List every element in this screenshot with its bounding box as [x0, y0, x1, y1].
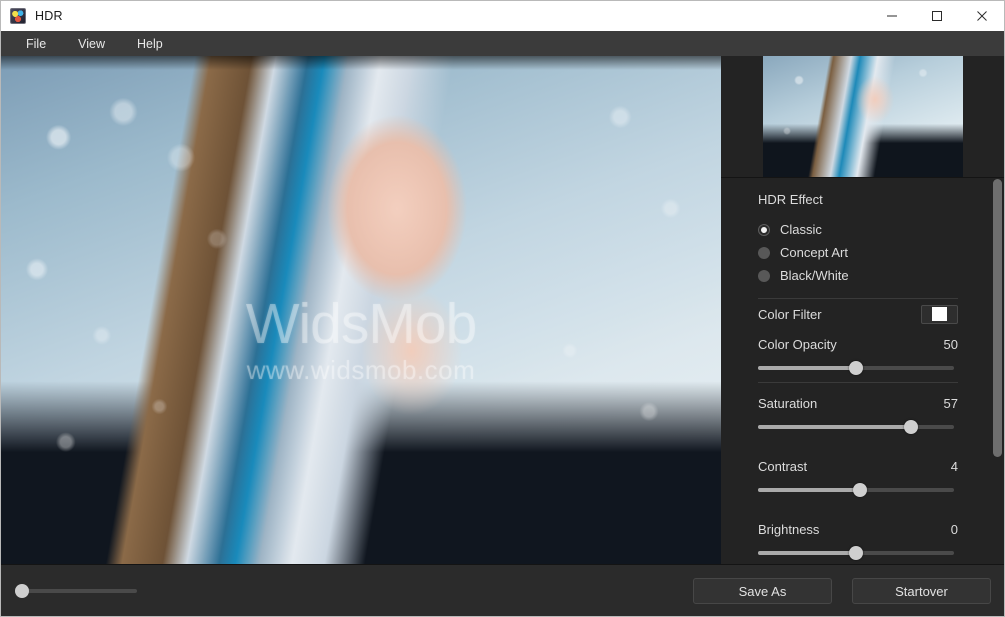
brightness-value: 0 — [950, 521, 958, 537]
brightness-label: Brightness — [758, 521, 820, 537]
brightness-group: Brightness 0 — [758, 514, 976, 561]
slider-handle[interactable] — [849, 361, 863, 375]
maximize-button[interactable] — [914, 1, 959, 31]
preview-thumbnail[interactable] — [762, 56, 963, 177]
color-filter-button[interactable] — [921, 304, 958, 324]
color-swatch-icon — [932, 307, 947, 321]
saturation-group: Saturation 57 — [758, 388, 976, 435]
menu-item-view[interactable]: View — [65, 34, 118, 54]
image-preview-canvas[interactable]: WidsMob www.widsmob.com — [1, 56, 721, 564]
startover-button[interactable]: Startover — [852, 578, 991, 604]
color-opacity-value: 50 — [943, 336, 958, 352]
window-controls — [869, 1, 1004, 31]
color-opacity-label: Color Opacity — [758, 336, 837, 352]
slider-fill — [758, 366, 856, 370]
close-icon — [976, 11, 987, 21]
contrast-row: Contrast 4 — [758, 451, 958, 481]
menu-item-file[interactable]: File — [13, 34, 59, 54]
title-bar: HDR — [1, 1, 1004, 31]
contrast-label: Contrast — [758, 458, 808, 474]
hdr-app-icon — [10, 8, 26, 24]
contrast-slider[interactable] — [758, 482, 954, 498]
slider-fill — [758, 551, 856, 555]
preview-photo — [1, 56, 721, 564]
color-opacity-slider[interactable] — [758, 360, 954, 376]
radio-classic-icon — [758, 223, 770, 236]
slider-handle[interactable] — [904, 420, 918, 434]
window-title: HDR — [35, 9, 63, 23]
right-panel: HDR Effect Classic Concept Art Black/Whi… — [721, 56, 1004, 564]
menu-item-help[interactable]: Help — [124, 34, 176, 54]
contrast-value: 4 — [950, 458, 958, 474]
saturation-slider[interactable] — [758, 419, 954, 435]
panel-scrollbar-thumb[interactable] — [993, 179, 1002, 457]
color-opacity-row: Color Opacity 50 — [758, 329, 958, 359]
slider-fill — [758, 425, 911, 429]
photo-top-shadow — [1, 56, 721, 70]
radio-black-white-label: Black/White — [780, 268, 849, 283]
minimize-icon — [886, 15, 897, 17]
color-filter-row: Color Filter — [758, 299, 958, 329]
maximize-icon — [931, 11, 942, 21]
radio-option-black-white[interactable]: Black/White — [758, 264, 976, 287]
thumbnail-area — [721, 56, 1004, 177]
radio-concept-art-icon — [758, 246, 770, 259]
radio-classic-label: Classic — [780, 222, 822, 237]
controls-scroll-area: HDR Effect Classic Concept Art Black/Whi… — [721, 178, 1004, 564]
saturation-row: Saturation 57 — [758, 388, 958, 418]
menu-bar: File View Help — [1, 31, 1004, 56]
color-filter-label: Color Filter — [758, 306, 822, 322]
divider-2 — [758, 382, 958, 383]
panel-scrollbar[interactable] — [993, 178, 1002, 564]
radio-concept-art-label: Concept Art — [780, 245, 848, 260]
slider-handle[interactable] — [849, 546, 863, 560]
contrast-group: Contrast 4 — [758, 451, 976, 498]
color-opacity-group: Color Opacity 50 — [758, 329, 976, 376]
close-button[interactable] — [959, 1, 1004, 31]
brightness-row: Brightness 0 — [758, 514, 958, 544]
hdr-app-window: HDR File View Help WidsMob www.widsmob.c… — [0, 0, 1005, 617]
radio-black-white-icon — [758, 269, 770, 282]
radio-option-classic[interactable]: Classic — [758, 218, 976, 241]
zoom-slider-handle[interactable] — [15, 584, 29, 598]
minimize-button[interactable] — [869, 1, 914, 31]
slider-handle[interactable] — [853, 483, 867, 497]
radio-option-concept-art[interactable]: Concept Art — [758, 241, 976, 264]
hdr-effect-title: HDR Effect — [758, 192, 823, 207]
brightness-slider[interactable] — [758, 545, 954, 561]
save-as-button[interactable]: Save As — [693, 578, 832, 604]
zoom-slider[interactable] — [15, 583, 137, 599]
saturation-label: Saturation — [758, 395, 818, 411]
saturation-value: 57 — [943, 395, 958, 411]
zoom-slider-track — [15, 589, 137, 593]
slider-fill — [758, 488, 860, 492]
